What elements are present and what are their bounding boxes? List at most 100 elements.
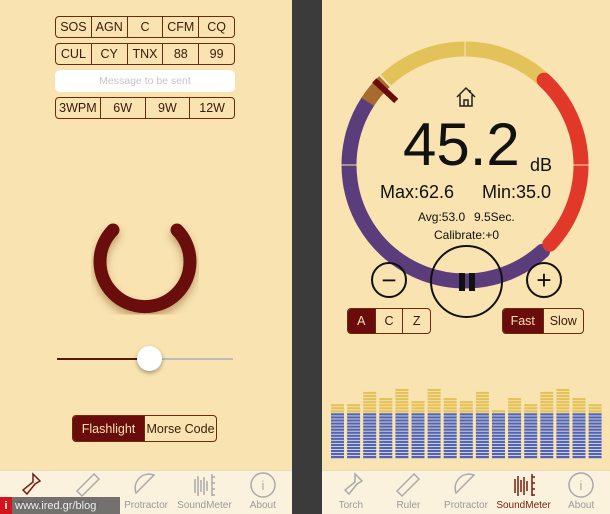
weighting-a[interactable]: A xyxy=(348,309,376,333)
spectrum-bar-blue-segment xyxy=(524,413,538,416)
spectrum-bar-blue-segment xyxy=(427,425,441,428)
spectrum-bar-blue-segment xyxy=(540,443,554,446)
response-fast[interactable]: Fast xyxy=(503,309,544,333)
spectrum-bar-blue-segment xyxy=(540,452,554,456)
svg-text:i: i xyxy=(261,478,264,493)
response-slow[interactable]: Slow xyxy=(544,309,584,333)
speed-12w[interactable]: 12W xyxy=(190,98,234,118)
speed-6w[interactable]: 6W xyxy=(101,98,146,118)
spectrum-bar-blue-segment xyxy=(347,419,361,422)
weighting-selector: A C Z xyxy=(347,308,431,334)
morse-preset-agn[interactable]: AGN xyxy=(92,17,128,37)
spectrum-bar-blue-segment xyxy=(443,422,457,425)
spectrum-bar-blue-segment xyxy=(540,456,554,459)
spectrum-bar-blue-segment xyxy=(572,452,586,456)
spectrum-bar-blue-segment xyxy=(411,428,425,431)
spectrum-bar-blue-segment xyxy=(347,413,361,416)
spectrum-bar-blue-segment xyxy=(395,425,409,428)
tab-protractor[interactable]: Protractor xyxy=(117,471,175,514)
morse-preset-cul[interactable]: CUL xyxy=(56,44,92,64)
morse-preset-cq[interactable]: CQ xyxy=(199,17,234,37)
tab-torch[interactable]: Torch xyxy=(322,471,380,514)
morse-preset-cy[interactable]: CY xyxy=(92,44,128,64)
spectrum-bar-blue-segment xyxy=(556,456,570,459)
tab-about[interactable]: i About xyxy=(552,471,610,514)
mode-flashlight[interactable]: Flashlight xyxy=(73,416,145,441)
mode-morse-code[interactable]: Morse Code xyxy=(145,416,216,441)
spectrum-bar-blue-segment xyxy=(363,434,377,437)
spectrum-bar-blue-segment xyxy=(524,446,538,450)
spectrum-bar-blue-segment xyxy=(524,431,538,434)
spectrum-bar-blue-segment xyxy=(427,437,441,440)
spectrum-bar-blue-segment xyxy=(411,434,425,437)
morse-preset-88[interactable]: 88 xyxy=(163,44,200,64)
spectrum-bar-yellow-segment xyxy=(411,407,425,410)
spectrum-bar-blue-segment xyxy=(588,419,602,422)
spectrum-bar-yellow-segment xyxy=(347,404,361,407)
soundmeter-icon xyxy=(513,474,535,496)
speed-3wpm[interactable]: 3WPM xyxy=(56,98,101,118)
weighting-c[interactable]: C xyxy=(376,309,404,333)
spectrum-bar-blue-segment xyxy=(331,413,344,416)
spectrum-bar-blue-segment xyxy=(443,443,457,446)
spectrum-bar-blue-segment xyxy=(492,449,505,453)
spectrum-bar-yellow-segment xyxy=(459,404,473,407)
spectrum-bar-yellow-segment xyxy=(331,410,344,413)
spectrum-bar-blue-segment xyxy=(379,452,393,456)
spectrum-bar-yellow-segment xyxy=(427,407,441,410)
pause-button[interactable] xyxy=(430,245,503,318)
spectrum-bar-blue-segment xyxy=(331,456,344,459)
tab-soundmeter[interactable]: SoundMeter xyxy=(175,471,233,514)
spectrum-bar-blue-segment xyxy=(331,440,344,443)
spectrum-bar-blue-segment xyxy=(588,443,602,446)
spectrum-bar-yellow-segment xyxy=(443,401,457,404)
spectrum-bar-blue-segment xyxy=(508,434,522,437)
spectrum-bar-blue-segment xyxy=(572,413,586,416)
brightness-slider[interactable] xyxy=(57,346,233,371)
spectrum-bar-blue-segment xyxy=(379,419,393,422)
spectrum-bar-yellow-segment xyxy=(411,404,425,407)
spectrum-bar-blue-segment xyxy=(411,425,425,428)
message-input[interactable]: Message to be sent xyxy=(55,70,235,92)
spectrum-bar-blue-segment xyxy=(588,416,602,419)
morse-preset-cfm[interactable]: CFM xyxy=(163,17,200,37)
spectrum-bar-blue-segment xyxy=(443,425,457,428)
spectrum-bar-blue-segment xyxy=(379,437,393,440)
min-value: Min:35.0 xyxy=(482,182,552,202)
spectrum-bar-yellow-segment xyxy=(475,404,489,407)
spectrum-bar-yellow-segment xyxy=(347,410,361,413)
weighting-z[interactable]: Z xyxy=(403,309,430,333)
tab-about[interactable]: i About xyxy=(234,471,292,514)
spectrum-bar-yellow-segment xyxy=(572,398,586,401)
power-button[interactable] xyxy=(85,200,205,325)
spectrum-bar-blue-segment xyxy=(540,416,554,419)
spectrum-bar-blue-segment xyxy=(572,425,586,428)
morse-preset-tnx[interactable]: TNX xyxy=(128,44,164,64)
tab-soundmeter[interactable]: SoundMeter xyxy=(495,471,553,514)
morse-preset-sos[interactable]: SOS xyxy=(56,17,92,37)
home-icon[interactable] xyxy=(454,85,478,109)
calibrate-minus-button[interactable]: − xyxy=(371,262,407,298)
spectrum-bar-blue-segment xyxy=(395,434,409,437)
calibrate-plus-button[interactable]: + xyxy=(526,262,562,298)
spectrum-bar-yellow-segment xyxy=(556,404,570,407)
spectrum-bar-blue-segment xyxy=(459,443,473,446)
morse-preset-c[interactable]: C xyxy=(128,17,164,37)
spectrum-bar-blue-segment xyxy=(427,431,441,434)
spectrum-bar-blue-segment xyxy=(588,413,602,416)
spectrum-bar-blue-segment xyxy=(475,419,489,422)
tab-ruler[interactable]: Ruler xyxy=(380,471,438,514)
spectrum-bar-blue-segment xyxy=(475,449,489,453)
morse-preset-99[interactable]: 99 xyxy=(199,44,234,64)
spectrum-bar-blue-segment xyxy=(443,456,457,459)
spectrum-bar-blue-segment xyxy=(556,437,570,440)
tab-protractor[interactable]: Protractor xyxy=(437,471,495,514)
brightness-slider-thumb[interactable] xyxy=(136,346,162,371)
speed-9w[interactable]: 9W xyxy=(146,98,191,118)
spectrum-bar-blue-segment xyxy=(556,419,570,422)
spectrum-bar-blue-segment xyxy=(508,413,522,416)
spectrum-bar-yellow-segment xyxy=(443,410,457,413)
spectrum-bar-blue-segment xyxy=(556,449,570,453)
spectrum-bar-blue-segment xyxy=(508,449,522,453)
spectrum-bar-yellow-segment xyxy=(572,404,586,407)
